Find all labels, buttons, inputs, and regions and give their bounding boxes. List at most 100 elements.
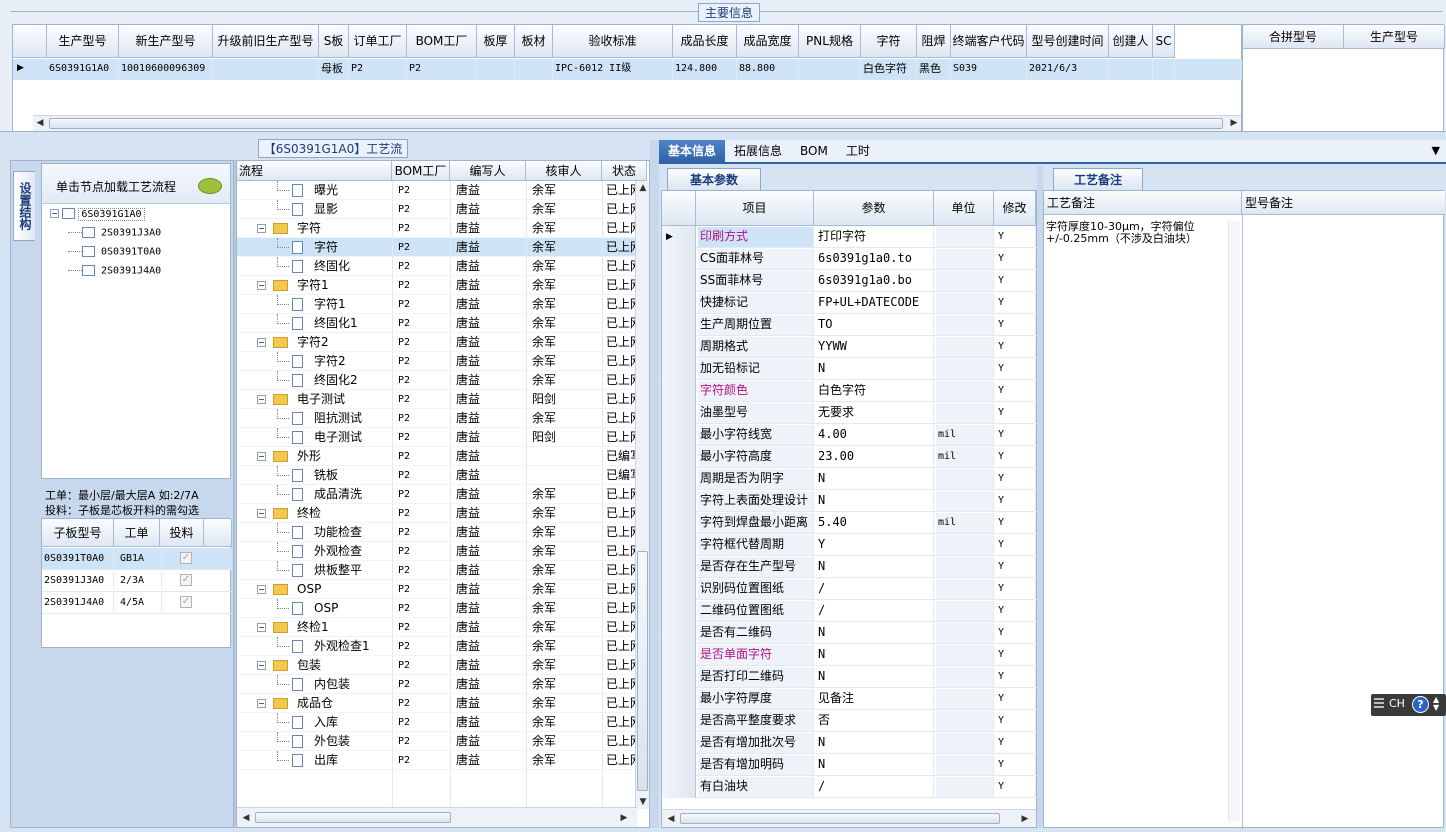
table-row[interactable]: 最小字符厚度 见备注 Y bbox=[662, 688, 1038, 710]
table-row[interactable]: − OSP P2 唐益 余军 已上网 bbox=[237, 580, 635, 599]
tree-node[interactable]: 2S0391J3A0 bbox=[68, 227, 161, 246]
table-row[interactable]: 功能检查 P2 唐益 余军 已上网 bbox=[237, 523, 635, 542]
main-col-header[interactable]: PNL规格 bbox=[799, 25, 861, 58]
table-row[interactable]: 最小字符线宽 4.00 mil Y bbox=[662, 424, 1038, 446]
main-col-header[interactable]: SC bbox=[1153, 25, 1175, 58]
table-row[interactable]: 是否高平整度要求否 Y bbox=[662, 710, 1038, 732]
param-value-cell[interactable]: / bbox=[816, 579, 934, 599]
table-row[interactable]: 最小字符高度 23.00 mil Y bbox=[662, 446, 1038, 468]
table-row[interactable]: 是否有增加批次号 N Y bbox=[662, 732, 1038, 754]
merge-model-grid[interactable]: 合拼型号 生产型号 bbox=[1242, 24, 1445, 132]
table-row[interactable]: 识别码位置图纸 / Y bbox=[662, 578, 1038, 600]
table-row[interactable]: OSP P2 唐益 余军 已上网 bbox=[237, 599, 635, 618]
main-col-header[interactable]: 板材 bbox=[515, 25, 553, 58]
main-col-header[interactable]: 成品宽度 bbox=[737, 25, 799, 58]
param-value-cell[interactable]: 打印字符 bbox=[816, 227, 934, 247]
main-info-hscrollbar[interactable]: ◀ ▶ bbox=[33, 115, 1241, 131]
scroll-left-icon[interactable]: ◀ bbox=[33, 116, 47, 130]
param-value-cell[interactable]: 6s0391g1a0.to bbox=[816, 249, 934, 269]
collapse-icon[interactable]: − bbox=[257, 281, 266, 290]
param-value-cell[interactable]: N bbox=[816, 733, 934, 753]
collapse-icon[interactable]: − bbox=[257, 699, 266, 708]
table-row[interactable]: − 终检1 P2 唐益 余军 已上网 bbox=[237, 618, 635, 637]
table-row[interactable]: ▶ 印刷方式 打印字符 Y bbox=[662, 226, 1038, 248]
table-row[interactable]: 曝光 P2 唐益 余军 已上网 bbox=[237, 181, 635, 200]
main-col-header[interactable]: BOM工厂 bbox=[407, 25, 477, 58]
middle-splitter[interactable] bbox=[650, 140, 659, 828]
param-col-header[interactable]: 修改 bbox=[994, 191, 1036, 226]
feed-checkbox[interactable]: ✓ bbox=[180, 596, 192, 608]
tab-extended[interactable]: 拓展信息 bbox=[725, 140, 791, 162]
param-value-cell[interactable]: 5.40 bbox=[816, 513, 934, 533]
table-row[interactable]: 成品清洗 P2 唐益 余军 已上网 bbox=[237, 485, 635, 504]
table-row[interactable]: − 字符 P2 唐益 余军 已上网 bbox=[237, 219, 635, 238]
scroll-left-icon[interactable]: ◀ bbox=[664, 812, 678, 826]
param-value-cell[interactable]: N bbox=[816, 491, 934, 511]
collapse-icon[interactable]: − bbox=[257, 623, 266, 632]
flow-col-header[interactable]: 流程 bbox=[237, 161, 392, 181]
scroll-thumb[interactable] bbox=[49, 118, 1223, 129]
process-note-text[interactable]: 字符厚度10-30μm，字符偏位+/-0.25mm（不涉及白油块） bbox=[1046, 221, 1226, 245]
collapse-icon[interactable]: − bbox=[257, 395, 266, 404]
tab-basic[interactable]: 基本信息 bbox=[659, 140, 726, 162]
table-row[interactable]: 外观检查1 P2 唐益 余军 已上网 bbox=[237, 637, 635, 656]
main-col-header[interactable]: 阻焊 bbox=[917, 25, 951, 58]
param-value-cell[interactable]: 白色字符 bbox=[816, 381, 934, 401]
table-row[interactable]: 2S0391J3A0 2/3A ✓ bbox=[42, 570, 232, 592]
param-value-cell[interactable]: 无要求 bbox=[816, 403, 934, 423]
table-row[interactable]: 加无铅标记 N Y bbox=[662, 358, 1038, 380]
table-row[interactable]: − 字符1 P2 唐益 余军 已上网 bbox=[237, 276, 635, 295]
param-value-cell[interactable]: 否 bbox=[816, 711, 934, 731]
scroll-down-icon[interactable]: ▼ bbox=[636, 795, 650, 809]
flow-col-header[interactable]: 编写人 bbox=[450, 161, 526, 181]
main-col-header[interactable]: 新生产型号 bbox=[119, 25, 213, 58]
scroll-thumb[interactable] bbox=[637, 551, 648, 791]
basic-params-grid[interactable]: 项目 参数 单位 修改 ▶ 印刷方式 打印字符 Y CS面菲林号 6s0391g1a0.to Y S… bbox=[661, 190, 1038, 828]
tree-node[interactable]: 2S0391J4A0 bbox=[68, 265, 161, 284]
flow-col-header[interactable]: BOM工厂 bbox=[392, 161, 450, 181]
table-row[interactable]: 内包装 P2 唐益 余军 已上网 bbox=[237, 675, 635, 694]
main-col-header[interactable]: S板 bbox=[319, 25, 349, 58]
param-value-cell[interactable]: N bbox=[816, 359, 934, 379]
table-row[interactable]: 终固化2 P2 唐益 余军 已上网 bbox=[237, 371, 635, 390]
param-value-cell[interactable]: N bbox=[816, 469, 934, 489]
table-row[interactable]: 是否有二维码 N Y bbox=[662, 622, 1038, 644]
tab-dropdown-icon[interactable]: ▼ bbox=[1432, 144, 1440, 157]
table-row[interactable]: 2S0391J4A0 4/5A ✓ bbox=[42, 592, 232, 614]
main-col-header[interactable]: 生产型号 bbox=[47, 25, 119, 58]
scroll-thumb[interactable] bbox=[680, 813, 1000, 824]
main-col-header[interactable]: 验收标准 bbox=[553, 25, 673, 58]
param-value-cell[interactable]: N bbox=[816, 755, 934, 775]
main-info-grid[interactable]: 生产型号 新生产型号 升级前旧生产型号 S板 订单工厂 BOM工厂 板厚 板材 验收标准 成品长度… bbox=[12, 24, 1243, 132]
flow-hscrollbar[interactable]: ◀ ▶ bbox=[237, 807, 637, 827]
process-notes-grid[interactable]: 工艺备注 型号备注 字符厚度10-30μm，字符偏位+/-0.25mm（不涉及白… bbox=[1043, 190, 1445, 829]
table-row[interactable]: − 成品仓 P2 唐益 余军 已上网 bbox=[237, 694, 635, 713]
table-row[interactable]: 阻抗测试 P2 唐益 余军 已上网 bbox=[237, 409, 635, 428]
param-col-header[interactable]: 参数 bbox=[814, 191, 934, 226]
param-value-cell[interactable]: 6s0391g1a0.bo bbox=[816, 271, 934, 291]
param-col-header[interactable]: 项目 bbox=[696, 191, 814, 226]
tab-bom[interactable]: BOM bbox=[791, 140, 837, 162]
params-hscrollbar[interactable]: ◀ ▶ bbox=[662, 809, 1036, 827]
table-row[interactable]: 字符2 P2 唐益 余军 已上网 bbox=[237, 352, 635, 371]
table-row[interactable]: − 电子测试 P2 唐益 阳剑 已上网 bbox=[237, 390, 635, 409]
table-row[interactable]: 显影 P2 唐益 余军 已上网 bbox=[237, 200, 635, 219]
param-value-cell[interactable]: / bbox=[816, 601, 934, 621]
table-row[interactable]: ▶ 6S0391G1A0 10010600096309 母板 P2 P2 IPC-6012 … bbox=[13, 59, 1243, 80]
table-row[interactable]: − 外形 P2 唐益 已编写 bbox=[237, 447, 635, 466]
scroll-right-icon[interactable]: ▶ bbox=[1227, 116, 1241, 130]
param-value-cell[interactable]: YYWW bbox=[816, 337, 934, 357]
table-row[interactable]: 外包装 P2 唐益 余军 已上网 bbox=[237, 732, 635, 751]
main-col-header[interactable]: 板厚 bbox=[477, 25, 515, 58]
table-row[interactable]: 周期是否为阴字 N Y bbox=[662, 468, 1038, 490]
main-col-header[interactable]: 成品长度 bbox=[673, 25, 737, 58]
vertical-tab-structure[interactable]: 设置结构 bbox=[13, 171, 35, 241]
collapse-icon[interactable]: − bbox=[257, 509, 266, 518]
param-value-cell[interactable]: Y bbox=[816, 535, 934, 555]
sub-col-header[interactable]: 子板型号 bbox=[42, 519, 114, 547]
main-col-header[interactable]: 订单工厂 bbox=[349, 25, 407, 58]
table-row[interactable]: 油墨型号 无要求 Y bbox=[662, 402, 1038, 424]
param-value-cell[interactable]: 见备注 bbox=[816, 689, 934, 709]
sub-col-header[interactable]: 工单 bbox=[114, 519, 160, 547]
table-row[interactable]: − 终检 P2 唐益 余军 已上网 bbox=[237, 504, 635, 523]
